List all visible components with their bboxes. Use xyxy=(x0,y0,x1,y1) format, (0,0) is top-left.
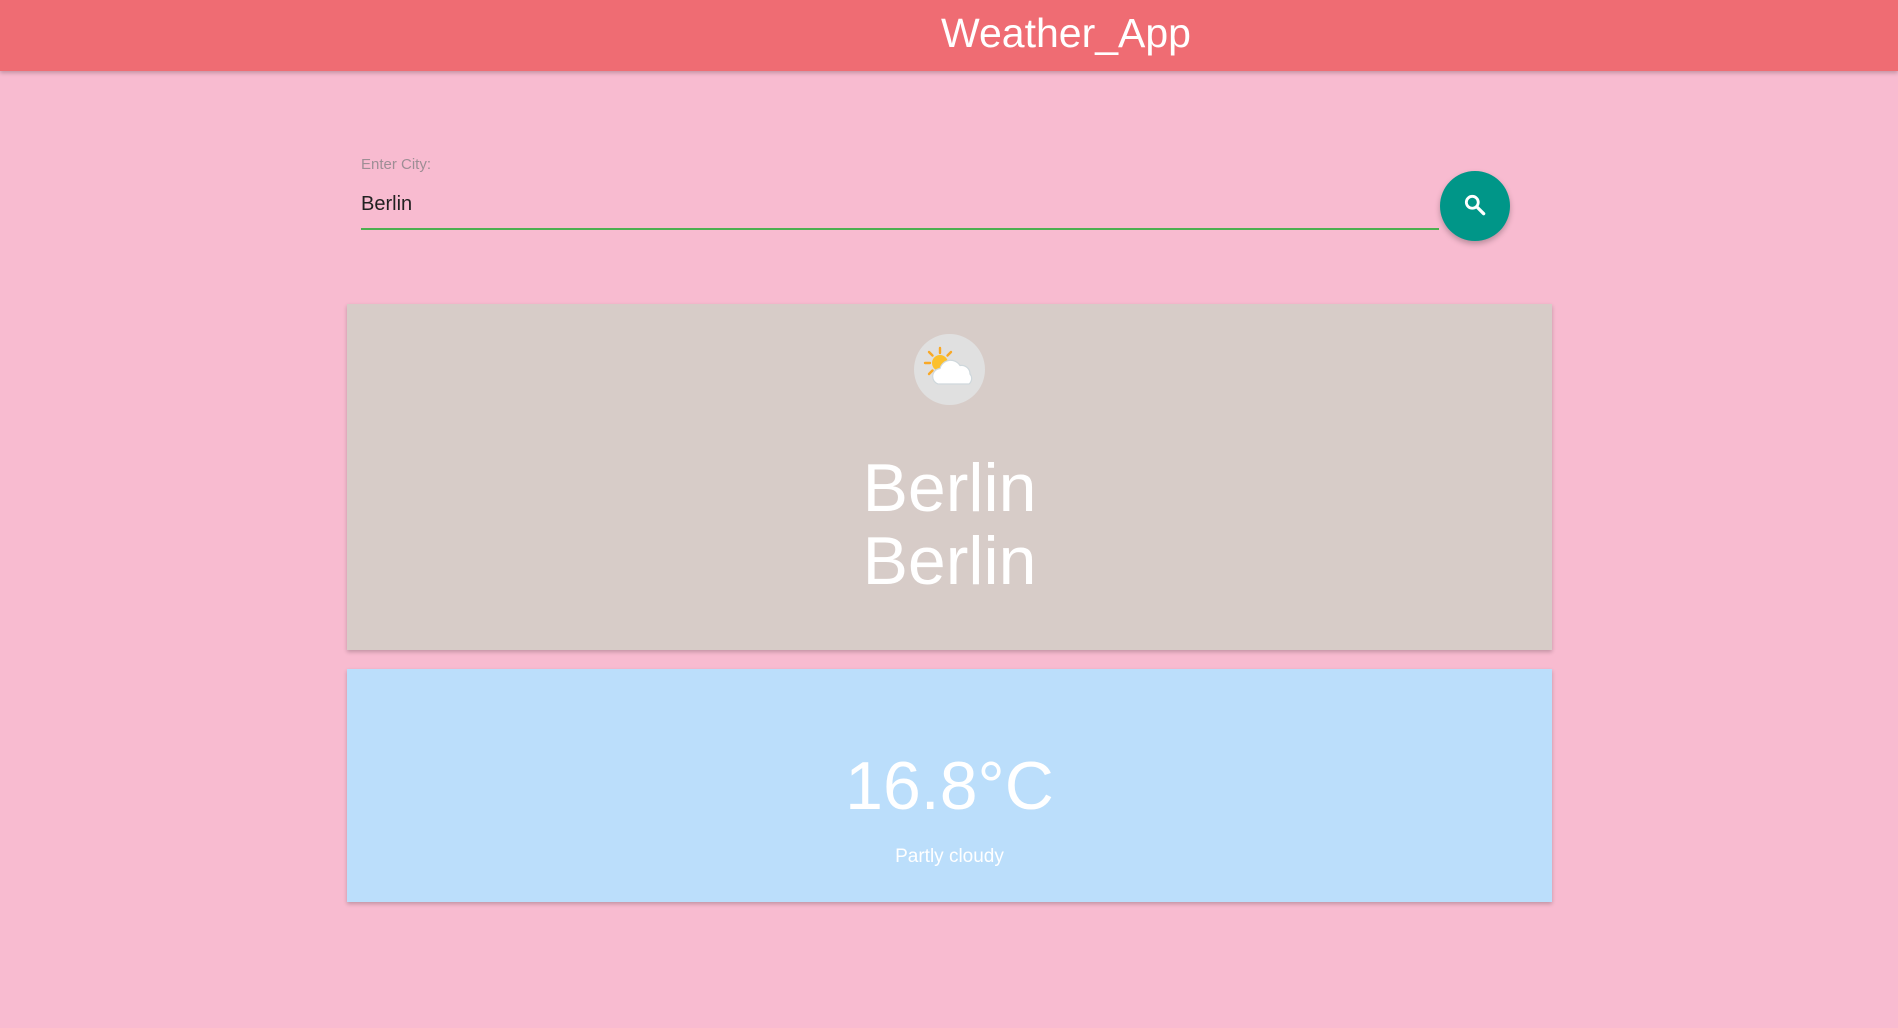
location-card: Berlin Berlin xyxy=(347,304,1552,650)
temperature-card: 16.8°C Partly cloudy xyxy=(347,669,1552,902)
city-input[interactable] xyxy=(361,180,1439,230)
partly-cloudy-icon xyxy=(914,334,985,405)
search-icon xyxy=(1462,192,1488,221)
city-name: Berlin xyxy=(862,450,1037,526)
app-bar: Weather_App xyxy=(0,0,1898,71)
city-field-label: Enter City: xyxy=(361,156,432,173)
search-form: Enter City: xyxy=(361,150,1511,250)
weather-condition: Partly cloudy xyxy=(895,846,1004,867)
region-name: Berlin xyxy=(862,523,1037,599)
search-button[interactable] xyxy=(1440,171,1510,241)
app-title: Weather_App xyxy=(941,10,1191,56)
temperature-value: 16.8°C xyxy=(845,748,1054,824)
